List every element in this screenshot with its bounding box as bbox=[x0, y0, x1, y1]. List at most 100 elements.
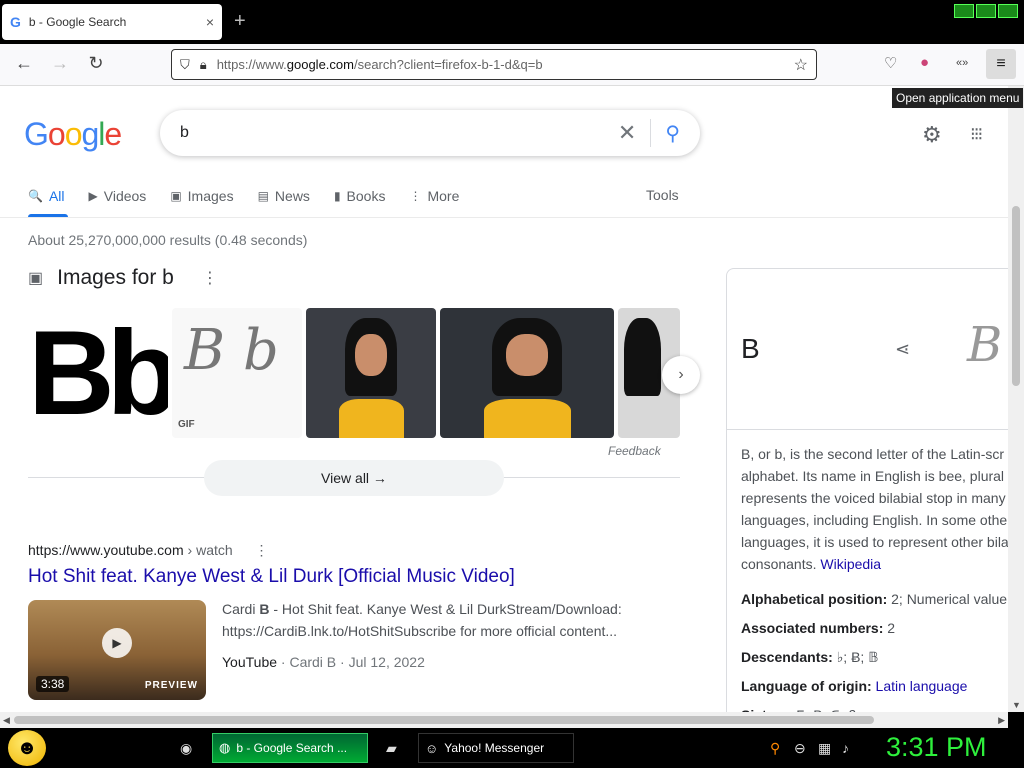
shield-icon[interactable]: ⛉ bbox=[180, 57, 190, 73]
wikipedia-link[interactable]: Wikipedia bbox=[820, 556, 881, 572]
url-bar[interactable]: ⛉ 🔒︎ https://www.google.com/search?clien… bbox=[171, 49, 817, 80]
minimize-button[interactable] bbox=[954, 4, 974, 18]
browser-navbar: ← → ↻ ⛉ 🔒︎ https://www.google.com/search… bbox=[0, 44, 1024, 86]
tools-button[interactable]: Tools bbox=[646, 187, 679, 203]
reload-icon[interactable]: ↻ bbox=[84, 53, 108, 74]
tab-label: All bbox=[48, 188, 65, 204]
maximize-button[interactable] bbox=[976, 4, 996, 18]
search-tray-icon[interactable]: ⚲ bbox=[770, 740, 780, 757]
more-tab-icon: ⋮ bbox=[409, 189, 422, 203]
horizontal-scrollbar[interactable]: ◀ ▶ bbox=[0, 712, 1008, 728]
browser-tab[interactable]: G b - Google Search × bbox=[2, 4, 222, 40]
videos-tab-icon: ▶ bbox=[88, 189, 98, 203]
images-heading-text: Images for b bbox=[57, 266, 174, 289]
image-thumbnail[interactable] bbox=[306, 308, 436, 438]
tab-label: Books bbox=[346, 188, 386, 204]
extension-icon[interactable]: «» bbox=[956, 57, 968, 69]
pocket-icon[interactable]: ♡ bbox=[884, 54, 897, 72]
close-window-button[interactable] bbox=[998, 4, 1018, 18]
vertical-scrollbar[interactable]: ▲ ▼ bbox=[1008, 86, 1024, 712]
scroll-right-icon[interactable]: ▶ bbox=[998, 715, 1005, 726]
scroll-thumb[interactable] bbox=[14, 716, 874, 724]
image-thumbnail[interactable]: B b GIF bbox=[172, 308, 302, 438]
image-icon: ▣ bbox=[28, 270, 44, 287]
clock: 3:31 PM bbox=[886, 732, 987, 762]
scroll-left-icon[interactable]: ◀ bbox=[3, 715, 10, 726]
network-tray-icon[interactable]: ▦ bbox=[818, 740, 831, 757]
result-title-link[interactable]: Hot Shit feat. Kanye West & Lil Durk [Of… bbox=[28, 566, 515, 588]
taskbar: ☻ ◉ ◍ b - Google Search ... ▰ ☺ Yahoo! M… bbox=[0, 728, 1024, 768]
lock-icon[interactable]: 🔒︎ bbox=[200, 57, 207, 73]
search-icon[interactable]: ⚲ bbox=[665, 121, 680, 146]
result-meta: YouTube · Cardi B · Jul 12, 2022 bbox=[222, 654, 425, 670]
yahoo-smiley-icon: ☺ bbox=[425, 740, 439, 756]
tab-images[interactable]: ▣ Images bbox=[170, 186, 233, 206]
logo-letter: o bbox=[64, 116, 83, 152]
logo-letter: e bbox=[104, 116, 122, 152]
view-all-button[interactable]: View all → bbox=[204, 460, 504, 496]
taskbar-item-firefox[interactable]: ◍ b - Google Search ... bbox=[212, 733, 368, 763]
taskbar-item-yahoo-messenger[interactable]: ☺ Yahoo! Messenger bbox=[418, 733, 574, 763]
chevron-right-icon[interactable]: › bbox=[662, 356, 700, 394]
scroll-thumb[interactable] bbox=[1012, 206, 1020, 386]
images-section-heading: ▣ Images for b ⋮ bbox=[28, 266, 218, 290]
video-thumbnail[interactable]: ▶ 3:38 PREVIEW bbox=[28, 600, 206, 700]
knowledge-fact: Descendants: ♭; Ƀ; 𝔹 bbox=[741, 649, 879, 665]
hamburger-menu-icon[interactable]: ≡ bbox=[986, 49, 1016, 79]
tab-more[interactable]: ⋮ More bbox=[409, 186, 459, 206]
news-tab-icon: ▤ bbox=[257, 189, 269, 203]
more-options-icon[interactable]: ⋮ bbox=[255, 542, 269, 558]
url-text[interactable]: https://www.google.com/search?client=fir… bbox=[217, 57, 794, 72]
browser-tabstrip: G b - Google Search × + bbox=[0, 0, 1024, 44]
search-box[interactable]: b ✕ ⚲ bbox=[160, 110, 700, 156]
knowledge-title: B bbox=[741, 333, 760, 364]
apps-grid-icon[interactable]: ⁝⁝⁝ bbox=[970, 124, 983, 145]
tab-label: News bbox=[274, 188, 310, 204]
gear-icon[interactable]: ⚙ bbox=[922, 122, 942, 148]
chrome-icon[interactable]: ◉ bbox=[180, 740, 192, 757]
knowledge-fact: Alphabetical position: 2; Numerical valu… bbox=[741, 591, 1008, 607]
account-avatar-icon[interactable]: ● bbox=[920, 54, 929, 71]
search-input[interactable]: b bbox=[180, 124, 618, 142]
bookmark-star-icon[interactable]: ☆ bbox=[794, 55, 808, 75]
tab-all[interactable]: 🔍 All bbox=[28, 186, 65, 206]
new-tab-button[interactable]: + bbox=[234, 10, 246, 33]
language-origin-link[interactable]: Latin language bbox=[876, 678, 968, 694]
back-arrow-icon[interactable]: ← bbox=[12, 53, 36, 74]
more-options-icon[interactable]: ⋮ bbox=[202, 268, 218, 288]
scroll-down-icon[interactable]: ▼ bbox=[1012, 700, 1021, 710]
tab-label: More bbox=[427, 188, 460, 204]
preview-label: PREVIEW bbox=[144, 680, 198, 691]
logo-letter: g bbox=[81, 116, 99, 152]
minus-tray-icon[interactable]: ⊖ bbox=[794, 740, 806, 757]
knowledge-fact: Associated numbers: 2 bbox=[741, 620, 896, 636]
result-url[interactable]: https://www.youtube.com › watch ⋮ bbox=[28, 542, 269, 559]
google-logo[interactable]: Google bbox=[24, 116, 122, 153]
forward-arrow-icon[interactable]: → bbox=[48, 53, 72, 74]
start-smiley-icon[interactable]: ☻ bbox=[8, 730, 46, 766]
video-duration: 3:38 bbox=[36, 676, 70, 692]
feedback-link[interactable]: Feedback bbox=[608, 444, 661, 458]
description-line: languages, it is used to represent other… bbox=[741, 534, 1009, 550]
logo-letter: G bbox=[24, 116, 49, 152]
search-divider bbox=[650, 119, 652, 147]
google-favicon-icon: G bbox=[10, 14, 21, 30]
image-thumbnail[interactable]: Bb bbox=[28, 308, 168, 438]
volume-icon[interactable]: ♪ bbox=[842, 740, 849, 756]
tab-news[interactable]: ▤ News bbox=[258, 186, 310, 206]
tab-close-icon[interactable]: × bbox=[206, 14, 214, 30]
result-stats: About 25,270,000,000 results (0.48 secon… bbox=[28, 232, 308, 248]
play-icon[interactable]: ▶ bbox=[102, 628, 132, 658]
window-controls bbox=[954, 4, 1018, 18]
knowledge-image[interactable]: B bbox=[967, 317, 1002, 373]
all-tab-icon: 🔍 bbox=[28, 189, 43, 203]
books-tab-icon: ▮ bbox=[333, 189, 341, 203]
knowledge-divider bbox=[727, 429, 1024, 430]
share-icon[interactable]: ⋖ bbox=[895, 339, 910, 360]
tab-books[interactable]: ▮ Books bbox=[334, 186, 386, 206]
folder-icon[interactable]: ▰ bbox=[386, 740, 397, 757]
cursive-b-text: B b bbox=[184, 318, 279, 383]
image-thumbnail[interactable] bbox=[440, 308, 614, 438]
clear-icon[interactable]: ✕ bbox=[618, 120, 636, 146]
tab-videos[interactable]: ▶ Videos bbox=[89, 186, 147, 206]
